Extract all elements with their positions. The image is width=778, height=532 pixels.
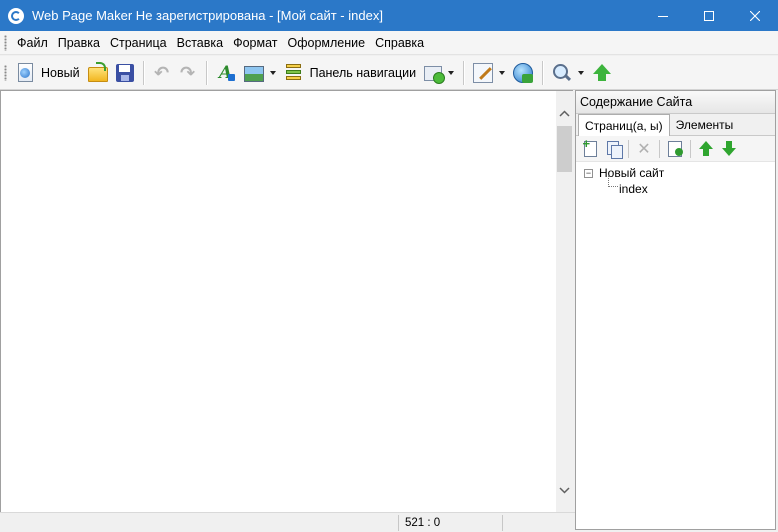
site-tree: − Новый сайт index bbox=[576, 162, 775, 197]
page-properties-button[interactable] bbox=[665, 139, 685, 159]
delete-page-button[interactable]: ✕ bbox=[634, 139, 654, 159]
panel-title: Содержание Сайта bbox=[576, 91, 775, 114]
panel-toolbar: ✕ bbox=[576, 136, 775, 162]
move-page-up-button[interactable] bbox=[696, 139, 716, 159]
window-title: Web Page Maker Не зарегистрирована - [Мо… bbox=[32, 8, 383, 23]
title-bar: Web Page Maker Не зарегистрирована - [Мо… bbox=[0, 0, 778, 31]
menu-page[interactable]: Страница bbox=[105, 33, 172, 53]
scroll-up-button[interactable] bbox=[556, 105, 573, 122]
tab-pages[interactable]: Страниц(а, ы) bbox=[578, 114, 670, 136]
page-canvas[interactable] bbox=[0, 90, 556, 512]
insert-shape-dropdown-icon[interactable] bbox=[448, 70, 455, 75]
navigation-panel-button[interactable]: Панель навигации bbox=[280, 59, 421, 87]
page-properties-icon bbox=[668, 140, 683, 157]
publish-globe-icon bbox=[513, 62, 534, 83]
arrow-up-icon bbox=[696, 139, 716, 159]
menu-grip-icon[interactable] bbox=[4, 34, 7, 51]
edit-page-dropdown-icon[interactable] bbox=[499, 70, 506, 75]
status-empty-cell bbox=[502, 515, 575, 531]
menu-edit[interactable]: Правка bbox=[53, 33, 105, 53]
add-page-icon bbox=[583, 136, 597, 157]
minimize-icon bbox=[658, 15, 668, 17]
toolbar-grip-icon[interactable] bbox=[4, 64, 7, 81]
scroll-thumb[interactable] bbox=[557, 126, 572, 172]
menu-bar: Файл Правка Страница Вставка Формат Офор… bbox=[0, 31, 778, 55]
chevron-down-icon bbox=[559, 487, 570, 494]
menu-help[interactable]: Справка bbox=[370, 33, 429, 53]
insert-image-icon bbox=[243, 65, 264, 82]
copy-page-button[interactable] bbox=[603, 139, 623, 159]
chevron-up-icon bbox=[559, 110, 570, 117]
scroll-down-button[interactable] bbox=[556, 482, 573, 499]
panel-toolbar-separator bbox=[659, 139, 660, 158]
zoom-icon bbox=[552, 63, 572, 83]
menu-format[interactable]: Формат bbox=[228, 33, 282, 53]
app-logo-icon[interactable] bbox=[8, 7, 24, 24]
tree-collapse-icon[interactable]: − bbox=[584, 168, 593, 178]
new-button[interactable]: Новый bbox=[12, 59, 84, 87]
upload-arrow-icon bbox=[592, 63, 612, 83]
maximize-icon bbox=[704, 10, 714, 21]
menu-design[interactable]: Оформление bbox=[283, 33, 371, 53]
redo-button[interactable]: ↷ bbox=[175, 59, 201, 87]
zoom-button[interactable] bbox=[548, 59, 576, 87]
new-page-icon bbox=[18, 63, 33, 82]
undo-icon: ↶ bbox=[154, 62, 170, 83]
undo-button[interactable]: ↶ bbox=[149, 59, 175, 87]
shape-icon bbox=[424, 66, 446, 84]
save-button[interactable] bbox=[112, 59, 138, 87]
maximize-button[interactable] bbox=[686, 0, 732, 31]
panel-tabs: Страниц(а, ы) Элементы bbox=[576, 114, 775, 136]
cursor-coordinates: 521 : 0 bbox=[398, 515, 502, 531]
upload-button[interactable] bbox=[588, 59, 616, 87]
panel-toolbar-separator bbox=[628, 139, 629, 158]
tab-elements[interactable]: Элементы bbox=[670, 115, 740, 135]
navigation-bar-icon bbox=[284, 63, 304, 83]
minimize-button[interactable] bbox=[640, 0, 686, 31]
insert-shape-button[interactable] bbox=[420, 59, 446, 87]
toolbar-separator bbox=[463, 60, 465, 85]
open-button[interactable] bbox=[84, 59, 112, 87]
tree-page-item[interactable]: index bbox=[584, 175, 775, 197]
floppy-disk-icon bbox=[115, 63, 134, 82]
menu-insert[interactable]: Вставка bbox=[172, 33, 228, 53]
publish-button[interactable] bbox=[509, 59, 537, 87]
toolbar-separator bbox=[205, 60, 207, 85]
canvas-vertical-scrollbar[interactable] bbox=[556, 90, 573, 512]
redo-icon: ↷ bbox=[180, 62, 196, 83]
panel-toolbar-separator bbox=[690, 139, 691, 158]
main-toolbar: Новый ↶ ↷ A Панель навигации bbox=[0, 56, 778, 90]
arrow-down-icon bbox=[719, 139, 739, 159]
insert-image-button[interactable] bbox=[240, 59, 268, 87]
move-page-down-button[interactable] bbox=[719, 139, 739, 159]
zoom-dropdown-icon[interactable] bbox=[578, 70, 585, 75]
insert-image-dropdown-icon[interactable] bbox=[269, 70, 276, 75]
toolbar-separator bbox=[142, 60, 144, 85]
menu-file[interactable]: Файл bbox=[12, 33, 53, 53]
font-button[interactable]: A bbox=[212, 59, 240, 87]
close-button[interactable] bbox=[732, 0, 778, 31]
toolbar-separator bbox=[542, 60, 544, 85]
open-folder-icon bbox=[87, 61, 108, 82]
edit-page-icon bbox=[473, 62, 494, 83]
edit-page-button[interactable] bbox=[469, 59, 497, 87]
font-style-icon: A bbox=[216, 63, 236, 83]
site-contents-panel: Содержание Сайта Страниц(а, ы) Элементы … bbox=[575, 90, 776, 530]
tree-page-label[interactable]: index bbox=[619, 182, 648, 196]
add-page-button[interactable] bbox=[580, 136, 600, 159]
close-icon bbox=[750, 10, 760, 21]
navigation-panel-label: Панель навигации bbox=[309, 65, 417, 80]
status-bar: 521 : 0 bbox=[0, 512, 575, 532]
delete-icon: ✕ bbox=[637, 140, 651, 158]
copy-page-icon bbox=[606, 140, 623, 159]
tree-connector bbox=[608, 175, 618, 187]
new-button-label: Новый bbox=[41, 65, 80, 80]
